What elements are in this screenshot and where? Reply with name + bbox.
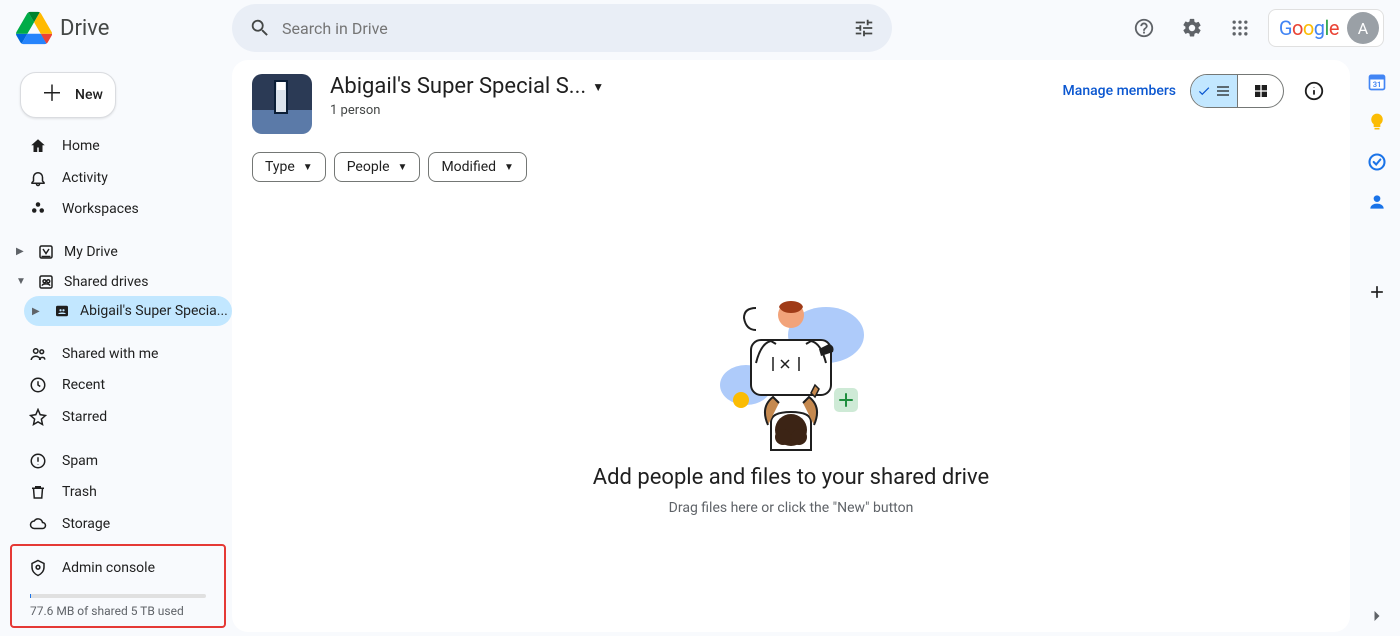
hide-panel-button[interactable] — [1367, 606, 1387, 636]
empty-state: Add people and files to your shared driv… — [252, 182, 1330, 618]
side-panel: 31 — [1354, 56, 1400, 636]
people-icon — [28, 345, 48, 363]
sidebar-label: Shared with me — [62, 346, 158, 362]
sidebar: ＋ New Home Activity Workspaces ▶ My Driv… — [0, 56, 232, 636]
tree-label: Abigail's Super Specia... — [80, 303, 228, 319]
sidebar-item-storage[interactable]: Storage — [8, 508, 232, 540]
search-icon[interactable] — [240, 8, 280, 48]
account-chip[interactable]: Google A — [1268, 9, 1384, 47]
shared-drive-thumbnail — [252, 74, 312, 134]
bell-icon — [28, 169, 48, 187]
keep-app-icon[interactable] — [1367, 112, 1387, 132]
drive-logo-icon — [16, 10, 52, 46]
sidebar-item-shared-with-me[interactable]: Shared with me — [8, 338, 232, 370]
tree-label: Shared drives — [64, 274, 148, 290]
tree-label: My Drive — [64, 244, 118, 260]
filter-modified[interactable]: Modified ▼ — [428, 152, 527, 182]
caret-down-icon: ▼ — [16, 276, 28, 287]
cloud-icon — [28, 515, 48, 533]
empty-subtitle: Drag files here or click the "New" butto… — [669, 500, 914, 516]
brand-name: Drive — [60, 16, 109, 41]
folder-title: Abigail's Super Special S... — [330, 74, 586, 99]
shared-drive-icon — [52, 302, 72, 320]
sidebar-label: Recent — [62, 377, 105, 393]
view-toggle — [1190, 74, 1284, 108]
tasks-app-icon[interactable] — [1367, 152, 1387, 172]
content-area: Abigail's Super Special S... ▼ 1 person … — [232, 60, 1350, 632]
chip-label: People — [347, 159, 390, 175]
search-input[interactable] — [280, 18, 844, 39]
sidebar-item-recent[interactable]: Recent — [8, 370, 232, 402]
sidebar-item-starred[interactable]: Starred — [8, 401, 232, 433]
sidebar-label: Spam — [62, 453, 98, 469]
admin-icon — [28, 559, 48, 577]
sidebar-item-trash[interactable]: Trash — [8, 477, 232, 509]
storage-bar — [30, 594, 206, 598]
filters-row: Type ▼ People ▼ Modified ▼ — [252, 152, 1330, 182]
sidebar-item-activity[interactable]: Activity — [8, 162, 232, 194]
empty-illustration — [701, 285, 881, 455]
sidebar-item-workspaces[interactable]: Workspaces — [8, 193, 232, 225]
contacts-app-icon[interactable] — [1367, 192, 1387, 212]
apps-icon[interactable] — [1220, 8, 1260, 48]
caret-right-icon: ▶ — [32, 306, 44, 317]
caret-down-icon: ▼ — [398, 162, 408, 173]
tree-shared-drives[interactable]: ▼ Shared drives — [8, 267, 232, 297]
sidebar-label: Workspaces — [62, 201, 139, 217]
brand[interactable]: Drive — [16, 10, 216, 46]
top-bar: Drive Google A — [0, 0, 1400, 56]
star-icon — [28, 408, 48, 426]
home-icon — [28, 137, 48, 155]
sidebar-label: Activity — [62, 170, 108, 186]
calendar-app-icon[interactable]: 31 — [1367, 72, 1387, 92]
new-button[interactable]: ＋ New — [20, 72, 116, 118]
caret-down-icon: ▼ — [592, 80, 604, 94]
caret-right-icon: ▶ — [16, 246, 28, 257]
settings-icon[interactable] — [1172, 8, 1212, 48]
filter-people[interactable]: People ▼ — [334, 152, 421, 182]
sidebar-item-spam[interactable]: Spam — [8, 445, 232, 477]
filter-type[interactable]: Type ▼ — [252, 152, 326, 182]
storage-text: 77.6 MB of shared 5 TB used — [16, 604, 220, 618]
grid-view-button[interactable] — [1237, 75, 1283, 107]
tree-my-drive[interactable]: ▶ My Drive — [8, 237, 232, 267]
chip-label: Modified — [441, 159, 496, 175]
search-bar[interactable] — [232, 4, 892, 52]
sidebar-item-home[interactable]: Home — [8, 130, 232, 162]
caret-down-icon: ▼ — [303, 162, 313, 173]
sidebar-label: Admin console — [62, 560, 155, 576]
svg-text:31: 31 — [1373, 80, 1382, 89]
trash-icon — [28, 483, 48, 501]
chip-label: Type — [265, 159, 295, 175]
admin-highlight-box: Admin console 77.6 MB of shared 5 TB use… — [10, 544, 226, 628]
list-view-button[interactable] — [1191, 75, 1237, 107]
sidebar-label: Trash — [62, 484, 97, 500]
my-drive-icon — [36, 243, 56, 261]
sidebar-item-admin-console[interactable]: Admin console — [16, 552, 220, 584]
info-button[interactable] — [1298, 75, 1330, 107]
caret-down-icon: ▼ — [504, 162, 514, 173]
avatar[interactable]: A — [1347, 12, 1379, 44]
sidebar-label: Storage — [62, 516, 110, 532]
header-icons: Google A — [1124, 8, 1384, 48]
search-options-icon[interactable] — [844, 8, 884, 48]
info-icon — [1303, 80, 1325, 102]
tree-current-shared-drive[interactable]: ▶ Abigail's Super Specia... — [24, 296, 232, 326]
add-app-icon[interactable] — [1367, 282, 1387, 302]
empty-title: Add people and files to your shared driv… — [593, 465, 989, 490]
help-icon[interactable] — [1124, 8, 1164, 48]
clock-icon — [28, 376, 48, 394]
sidebar-label: Home — [62, 138, 100, 154]
workspaces-icon — [28, 200, 48, 218]
list-icon — [1215, 83, 1231, 99]
manage-members-link[interactable]: Manage members — [1063, 83, 1176, 99]
google-logo-text: Google — [1279, 16, 1339, 40]
spam-icon — [28, 452, 48, 470]
sidebar-label: Starred — [62, 409, 107, 425]
new-button-label: New — [75, 87, 103, 103]
shared-drives-icon — [36, 273, 56, 291]
grid-icon — [1253, 83, 1269, 99]
